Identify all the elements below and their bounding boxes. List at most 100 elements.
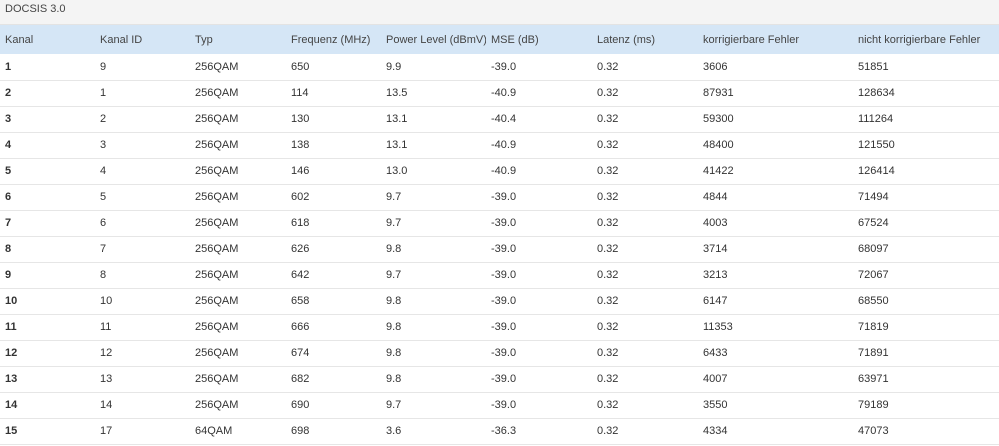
cell-latenz: 0.32 bbox=[597, 87, 619, 99]
column-header-mse: MSE (dB) bbox=[491, 33, 539, 46]
column-header-kanal: Kanal bbox=[5, 33, 34, 46]
table-row: 1 9 256QAM 650 9.9 -39.0 0.32 3606 51851 bbox=[0, 54, 999, 80]
cell-kanal-id: 14 bbox=[100, 399, 113, 411]
cell-kanal: 9 bbox=[5, 269, 12, 281]
cell-frequenz: 658 bbox=[291, 295, 310, 307]
cell-kanal: 11 bbox=[5, 321, 17, 333]
cell-mse: -39.0 bbox=[491, 60, 517, 73]
downstream-channel-table: Kanal Kanal ID Typ Frequenz (MHz) Power … bbox=[0, 25, 999, 445]
cell-nicht-korrigierbare-fehler: 47073 bbox=[858, 425, 889, 437]
cell-latenz: 0.32 bbox=[597, 269, 619, 281]
cell-mse: -40.9 bbox=[491, 165, 517, 177]
cell-nicht-korrigierbare-fehler: 121550 bbox=[858, 139, 895, 151]
cell-mse: -36.3 bbox=[491, 425, 517, 437]
cell-power-level: 9.9 bbox=[386, 60, 402, 73]
cell-frequenz: 674 bbox=[291, 347, 310, 359]
cell-kanal: 14 bbox=[5, 399, 18, 411]
cell-mse: -40.9 bbox=[491, 139, 517, 151]
cell-korrigierbare-fehler: 41422 bbox=[703, 165, 734, 177]
cell-typ: 256QAM bbox=[195, 373, 239, 385]
column-header-kanal-id: Kanal ID bbox=[100, 33, 143, 46]
table-row: 14 14 256QAM 690 9.7 -39.0 0.32 3550 79189 bbox=[0, 392, 999, 418]
table-body: 1 9 256QAM 650 9.9 -39.0 0.32 3606 51851 2 1 256QAM… bbox=[0, 54, 999, 444]
cell-mse: -39.0 bbox=[491, 191, 517, 203]
cell-korrigierbare-fehler: 4334 bbox=[703, 425, 728, 437]
cell-nicht-korrigierbare-fehler: 126414 bbox=[858, 165, 895, 177]
cell-latenz: 0.32 bbox=[597, 113, 619, 125]
cell-nicht-korrigierbare-fehler: 63971 bbox=[858, 373, 889, 385]
table-row: 6 5 256QAM 602 9.7 -39.0 0.32 4844 71494 bbox=[0, 184, 999, 210]
cell-power-level: 13.0 bbox=[386, 165, 408, 177]
cell-mse: -40.9 bbox=[491, 87, 517, 99]
cell-mse: -39.0 bbox=[491, 347, 517, 359]
cell-korrigierbare-fehler: 11353 bbox=[703, 321, 733, 333]
column-header-korrigierbare-fehler: korrigierbare Fehler bbox=[703, 33, 799, 46]
cell-nicht-korrigierbare-fehler: 128634 bbox=[858, 87, 895, 99]
table-row: 12 12 256QAM 674 9.8 -39.0 0.32 6433 71891 bbox=[0, 340, 999, 366]
cell-typ: 64QAM bbox=[195, 425, 233, 437]
cell-kanal-id: 5 bbox=[100, 191, 107, 203]
cell-power-level: 3.6 bbox=[386, 425, 402, 437]
cell-frequenz: 618 bbox=[291, 217, 310, 229]
cell-power-level: 9.8 bbox=[386, 243, 402, 255]
docsis-page: DOCSIS 3.0 Kanal Kanal ID Typ Frequenz (… bbox=[0, 0, 999, 446]
cell-typ: 256QAM bbox=[195, 269, 239, 281]
cell-power-level: 9.7 bbox=[386, 217, 402, 229]
cell-typ: 256QAM bbox=[195, 113, 239, 125]
cell-latenz: 0.32 bbox=[597, 191, 619, 203]
cell-nicht-korrigierbare-fehler: 71891 bbox=[858, 347, 889, 359]
cell-kanal-id: 3 bbox=[100, 139, 107, 151]
table-header: Kanal Kanal ID Typ Frequenz (MHz) Power … bbox=[0, 25, 999, 54]
cell-frequenz: 138 bbox=[291, 139, 310, 151]
column-header-power-level: Power Level (dBmV) bbox=[386, 33, 486, 46]
cell-mse: -39.0 bbox=[491, 217, 517, 229]
cell-mse: -39.0 bbox=[491, 373, 517, 385]
cell-mse: -40.4 bbox=[491, 113, 517, 125]
column-header-nicht-korrigierbare-fehler: nicht korrigierbare Fehler bbox=[858, 33, 981, 46]
cell-kanal-id: 1 bbox=[100, 87, 107, 99]
cell-korrigierbare-fehler: 3714 bbox=[703, 243, 728, 255]
cell-typ: 256QAM bbox=[195, 139, 239, 151]
cell-kanal-id: 9 bbox=[100, 60, 107, 73]
cell-typ: 256QAM bbox=[195, 399, 239, 411]
table-row: 15 17 64QAM 698 3.6 -36.3 0.32 4334 47073 bbox=[0, 418, 999, 444]
cell-kanal: 7 bbox=[5, 217, 12, 229]
cell-kanal-id: 6 bbox=[100, 217, 107, 229]
cell-kanal: 5 bbox=[5, 165, 12, 177]
cell-latenz: 0.32 bbox=[597, 165, 619, 177]
cell-nicht-korrigierbare-fehler: 51851 bbox=[858, 60, 889, 73]
cell-kanal: 3 bbox=[5, 113, 12, 125]
cell-latenz: 0.32 bbox=[597, 217, 619, 229]
cell-korrigierbare-fehler: 3550 bbox=[703, 399, 728, 411]
cell-frequenz: 602 bbox=[291, 191, 310, 203]
cell-latenz: 0.32 bbox=[597, 373, 619, 385]
table-row: 5 4 256QAM 146 13.0 -40.9 0.32 41422 126414 bbox=[0, 158, 999, 184]
cell-typ: 256QAM bbox=[195, 217, 239, 229]
table-row: 13 13 256QAM 682 9.8 -39.0 0.32 4007 63971 bbox=[0, 366, 999, 392]
cell-korrigierbare-fehler: 3213 bbox=[703, 269, 728, 281]
cell-typ: 256QAM bbox=[195, 295, 239, 307]
cell-korrigierbare-fehler: 59300 bbox=[703, 113, 734, 125]
cell-typ: 256QAM bbox=[195, 165, 239, 177]
cell-power-level: 13.1 bbox=[386, 113, 408, 125]
cell-kanal: 4 bbox=[5, 139, 12, 151]
cell-frequenz: 642 bbox=[291, 269, 310, 281]
cell-frequenz: 130 bbox=[291, 113, 310, 125]
cell-kanal: 6 bbox=[5, 191, 12, 203]
cell-frequenz: 698 bbox=[291, 425, 310, 437]
cell-kanal-id: 7 bbox=[100, 243, 107, 255]
cell-frequenz: 146 bbox=[291, 165, 310, 177]
cell-korrigierbare-fehler: 4007 bbox=[703, 373, 728, 385]
table-row: 10 10 256QAM 658 9.8 -39.0 0.32 6147 68550 bbox=[0, 288, 999, 314]
table-row: 2 1 256QAM 114 13.5 -40.9 0.32 87931 128634 bbox=[0, 80, 999, 106]
cell-latenz: 0.32 bbox=[597, 399, 619, 411]
table-row: 3 2 256QAM 130 13.1 -40.4 0.32 59300 111264 bbox=[0, 106, 999, 132]
cell-latenz: 0.32 bbox=[597, 139, 619, 151]
cell-kanal: 8 bbox=[5, 243, 12, 255]
cell-power-level: 9.8 bbox=[386, 373, 402, 385]
cell-kanal-id: 17 bbox=[100, 425, 113, 437]
cell-kanal: 2 bbox=[5, 87, 12, 99]
cell-nicht-korrigierbare-fehler: 72067 bbox=[858, 269, 889, 281]
cell-mse: -39.0 bbox=[491, 269, 517, 281]
cell-latenz: 0.32 bbox=[597, 295, 619, 307]
